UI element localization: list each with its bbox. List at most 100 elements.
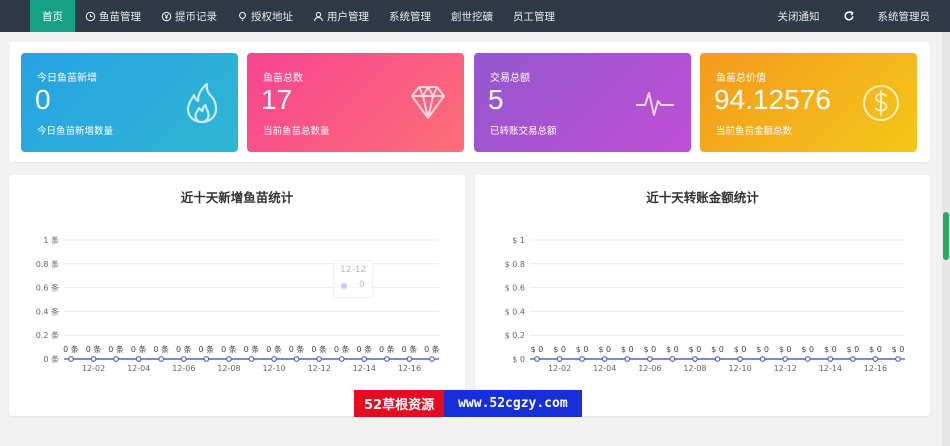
nav-item-withdraw[interactable]: 提币记录 bbox=[151, 0, 227, 32]
data-label: 0 条 bbox=[402, 344, 418, 354]
data-label: $ 0 bbox=[779, 345, 792, 354]
data-point bbox=[361, 356, 368, 362]
x-tick-label: 12-10 bbox=[728, 364, 751, 373]
pulse-icon bbox=[636, 92, 674, 116]
stat-card-today-new: 今日鱼苗新增 0 今日鱼苗新增数量 bbox=[21, 53, 238, 152]
data-label: $ 0 bbox=[531, 345, 544, 354]
nav-item-home[interactable]: 首页 bbox=[30, 0, 75, 32]
bulb-icon bbox=[239, 11, 246, 21]
nav-item-users[interactable]: 用户管理 bbox=[303, 0, 379, 32]
close-notice-button[interactable]: 关闭通知 bbox=[766, 0, 832, 32]
refresh-button[interactable] bbox=[832, 0, 866, 32]
card-subtitle: 已转账交易总额 bbox=[490, 126, 557, 137]
x-tick-label: 12-08 bbox=[217, 364, 240, 373]
chart-panel-new-fish: 近十天新增鱼苗统计 0 条 0.2 条 0.4 条 0.6 条 0.8 条1 条 12-0… bbox=[9, 175, 465, 416]
y-tick-label: $ 0.8 bbox=[505, 260, 525, 269]
data-point bbox=[827, 356, 834, 362]
scrollbar-thumb[interactable] bbox=[943, 212, 949, 260]
data-label: 0 条 bbox=[108, 344, 124, 354]
data-label: $ 0 bbox=[847, 345, 860, 354]
y-tick-label: $ 0.2 bbox=[505, 331, 525, 340]
data-point bbox=[338, 356, 345, 362]
data-label: 0 条 bbox=[424, 344, 440, 354]
refresh-icon bbox=[844, 10, 854, 21]
nav-withdraw-label: 提币记录 bbox=[175, 10, 217, 23]
data-label: 0 条 bbox=[266, 344, 282, 354]
stat-card-fish-total: 鱼苗总数 17 当前鱼苗总数量 bbox=[247, 53, 464, 152]
page-scrollbar[interactable] bbox=[942, 32, 950, 446]
card-subtitle: 当前鱼苗金额总数 bbox=[716, 126, 793, 137]
nav-right: 关闭通知 系统管理员 bbox=[766, 0, 950, 32]
watermark-text-left: 52草根资源 bbox=[354, 390, 445, 417]
admin-user-menu[interactable]: 系统管理员 bbox=[866, 0, 943, 32]
stats-panel: 今日鱼苗新增 0 今日鱼苗新增数量 鱼苗总数 17 当前鱼苗总数量 交易总额 5… bbox=[9, 42, 930, 162]
data-point bbox=[158, 356, 165, 362]
data-point bbox=[669, 356, 676, 362]
data-point bbox=[692, 356, 698, 362]
x-tick-label: 12-08 bbox=[683, 364, 706, 373]
yen-coin-icon bbox=[161, 11, 172, 21]
nav-item-mining[interactable]: 創世挖礦 bbox=[441, 0, 503, 32]
x-tick-label: 12-02 bbox=[82, 364, 105, 373]
nav-item-auth[interactable]: 授权地址 bbox=[227, 0, 303, 32]
card-title: 今日鱼苗新增 bbox=[37, 73, 97, 84]
card-value: 5 bbox=[488, 84, 504, 115]
x-tick-label: 12-16 bbox=[398, 364, 421, 373]
nav-item-staff[interactable]: 员工管理 bbox=[503, 0, 565, 32]
data-point bbox=[872, 356, 879, 362]
user-icon bbox=[314, 11, 323, 21]
data-point bbox=[293, 356, 300, 362]
data-label: 0 条 bbox=[199, 344, 215, 354]
card-value: 17 bbox=[261, 84, 293, 115]
data-point bbox=[737, 356, 743, 362]
data-point bbox=[895, 356, 901, 362]
data-point bbox=[849, 356, 856, 362]
clock-icon bbox=[85, 11, 96, 21]
nav-item-system[interactable]: 系统管理 bbox=[379, 0, 441, 32]
nav-system-label: 系统管理 bbox=[389, 10, 431, 23]
data-label: 0 条 bbox=[176, 344, 192, 354]
y-tick-label: $ 0.4 bbox=[505, 307, 525, 316]
x-tick-label: 12-14 bbox=[819, 364, 842, 373]
data-point bbox=[759, 356, 766, 362]
nav-staff-label: 员工管理 bbox=[513, 10, 555, 23]
y-tick-label: 0.6 条 bbox=[36, 283, 59, 293]
data-label: $ 0 bbox=[801, 345, 814, 354]
data-point bbox=[624, 356, 631, 362]
data-point bbox=[534, 356, 540, 362]
data-label: 0 条 bbox=[289, 344, 305, 354]
x-tick-label: 12-10 bbox=[262, 364, 285, 373]
x-tick-label: 12-16 bbox=[864, 364, 887, 373]
dollar-icon bbox=[863, 85, 899, 121]
y-tick-label: $ 0 bbox=[512, 355, 525, 364]
chart-panel-transfer-amount: 近十天转账金额统计 $ 0 $ 0.2 $ 0.4 $ 0.6 $ 0.8 $ 1 12-0… bbox=[475, 175, 930, 416]
x-tick-label: 12-06 bbox=[638, 364, 661, 373]
data-point bbox=[383, 356, 390, 362]
nav-mining-label: 創世挖礦 bbox=[451, 10, 493, 23]
nav-home-label: 首页 bbox=[42, 10, 63, 23]
close-notice-label: 关闭通知 bbox=[777, 10, 820, 23]
data-label: 0 条 bbox=[356, 344, 372, 354]
x-tick-label: 12-04 bbox=[593, 364, 616, 373]
data-point bbox=[804, 356, 811, 362]
data-point bbox=[135, 356, 142, 362]
data-label: 0 条 bbox=[244, 344, 260, 354]
y-tick-label: 0.2 条 bbox=[36, 330, 59, 340]
data-label: 0 条 bbox=[311, 344, 327, 354]
data-point bbox=[579, 356, 586, 362]
watermark-banner: 52草根资源 www.52cgzy.com bbox=[354, 390, 582, 417]
nav-auth-label: 授权地址 bbox=[251, 10, 293, 23]
card-title: 鱼苗总价值 bbox=[716, 73, 766, 84]
nav-item-fish[interactable]: 鱼苗管理 bbox=[75, 0, 151, 32]
y-tick-label: 1 条 bbox=[43, 235, 59, 245]
chart-transfer-amount: $ 0 $ 0.2 $ 0.4 $ 0.6 $ 0.8 $ 1 12-02 12-04 12-0… bbox=[505, 236, 905, 373]
top-nav-bar: 首页 鱼苗管理 提币记录 授权地址 用户管理 系统管理 創世挖礦 员工管理 关闭… bbox=[0, 0, 950, 32]
data-label: 0 条 bbox=[379, 344, 395, 354]
data-label: $ 0 bbox=[869, 345, 882, 354]
nav-menu: 首页 鱼苗管理 提币记录 授权地址 用户管理 系统管理 創世挖礦 员工管理 bbox=[0, 0, 565, 32]
data-point bbox=[601, 356, 608, 362]
diamond-icon bbox=[411, 86, 445, 119]
x-tick-label: 12-14 bbox=[353, 364, 376, 373]
data-point bbox=[556, 356, 563, 362]
y-tick-label: 0.8 条 bbox=[36, 259, 59, 269]
